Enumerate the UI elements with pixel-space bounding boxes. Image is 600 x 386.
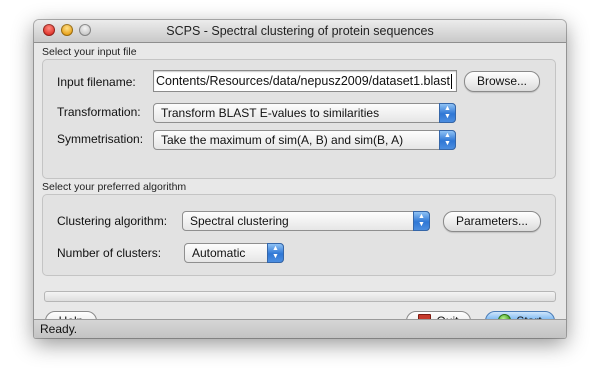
number-of-clusters-select[interactable]: Automatic ▲ ▼ bbox=[184, 243, 284, 263]
window-title: SCPS - Spectral clustering of protein se… bbox=[166, 24, 434, 38]
algorithm-section-heading: Select your preferred algorithm bbox=[42, 181, 187, 193]
select-arrows-icon: ▲ ▼ bbox=[439, 103, 456, 123]
input-filename-value: Contents/Resources/data/nepusz2009/datas… bbox=[156, 74, 450, 88]
input-group: Input filename: Contents/Resources/data/… bbox=[42, 59, 556, 179]
clustering-algorithm-value: Spectral clustering bbox=[190, 214, 289, 228]
text-caret bbox=[450, 74, 452, 90]
symmetrisation-value: Take the maximum of sim(A, B) and sim(B,… bbox=[161, 133, 404, 147]
main-window: SCPS - Spectral clustering of protein se… bbox=[34, 20, 566, 338]
status-text: Ready. bbox=[40, 322, 78, 336]
status-bar: Ready. bbox=[34, 319, 566, 338]
symmetrisation-select[interactable]: Take the maximum of sim(A, B) and sim(B,… bbox=[153, 130, 456, 150]
clustering-algorithm-select[interactable]: Spectral clustering ▲ ▼ bbox=[182, 211, 430, 231]
transformation-value: Transform BLAST E-values to similarities bbox=[161, 106, 380, 120]
input-section-heading: Select your input file bbox=[42, 46, 137, 58]
title-bar[interactable]: SCPS - Spectral clustering of protein se… bbox=[34, 20, 566, 43]
number-of-clusters-label: Number of clusters: bbox=[57, 246, 162, 260]
select-arrows-icon: ▲ ▼ bbox=[439, 130, 456, 150]
number-of-clusters-value: Automatic bbox=[192, 246, 246, 260]
algorithm-group: Clustering algorithm: Spectral clusterin… bbox=[42, 194, 556, 276]
select-arrows-icon: ▲ ▼ bbox=[413, 211, 430, 231]
progress-bar bbox=[44, 291, 556, 302]
transformation-label: Transformation: bbox=[57, 105, 141, 119]
symmetrisation-label: Symmetrisation: bbox=[57, 132, 144, 146]
transformation-select[interactable]: Transform BLAST E-values to similarities… bbox=[153, 103, 456, 123]
browse-button[interactable]: Browse... bbox=[464, 71, 540, 92]
parameters-button[interactable]: Parameters... bbox=[443, 211, 541, 232]
clustering-algorithm-label: Clustering algorithm: bbox=[57, 214, 168, 228]
input-filename-field[interactable]: Contents/Resources/data/nepusz2009/datas… bbox=[153, 70, 457, 92]
input-filename-label: Input filename: bbox=[57, 75, 136, 89]
select-arrows-icon: ▲ ▼ bbox=[267, 243, 284, 263]
window-content: Select your input file Input filename: C… bbox=[34, 43, 566, 332]
